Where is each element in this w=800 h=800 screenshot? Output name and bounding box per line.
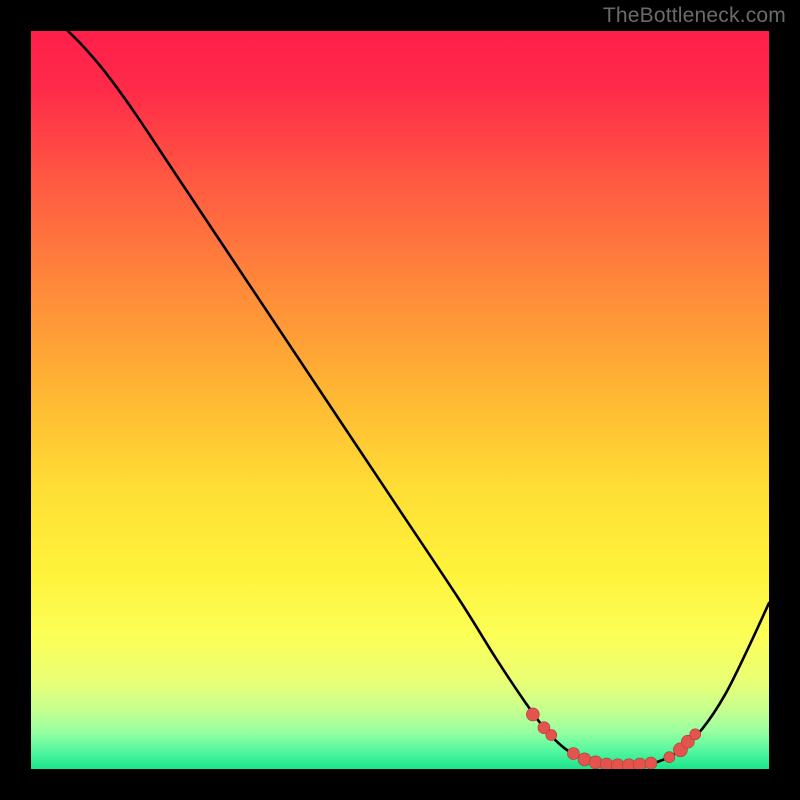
gradient-background <box>31 31 769 769</box>
data-point <box>633 758 646 769</box>
chart-container: TheBottleneck.com <box>0 0 800 800</box>
watermark-text: TheBottleneck.com <box>603 4 786 28</box>
data-point <box>526 708 539 721</box>
bottleneck-chart <box>31 31 769 769</box>
data-point <box>645 757 657 769</box>
data-point <box>567 748 579 760</box>
data-point <box>664 752 675 763</box>
data-point <box>546 730 557 741</box>
data-point <box>589 756 602 769</box>
data-point <box>690 729 701 740</box>
